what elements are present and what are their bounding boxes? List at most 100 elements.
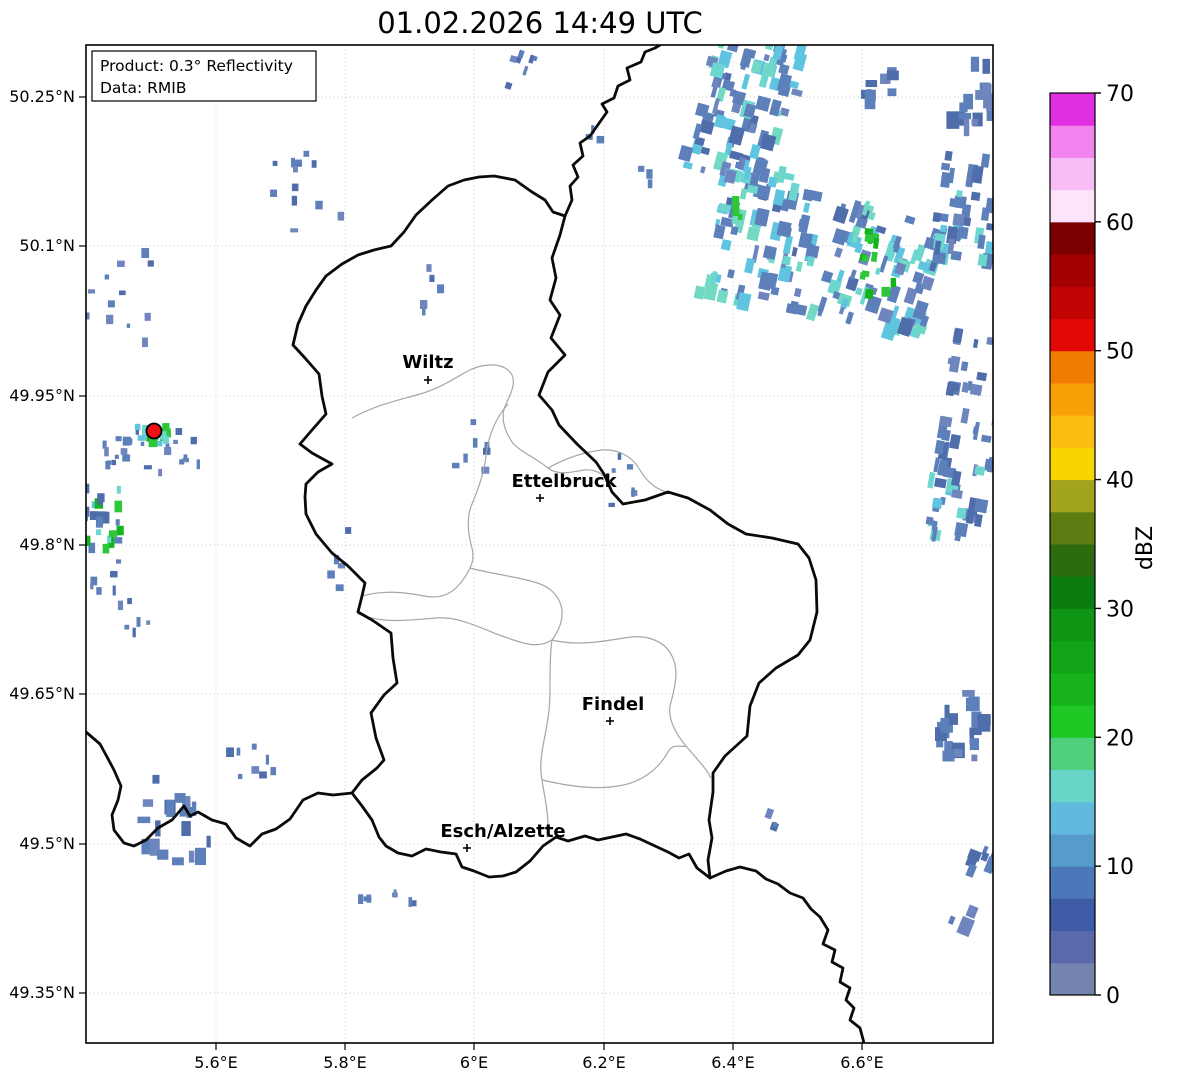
echo-cell [740,188,748,199]
colorbar-segment [1050,254,1095,287]
echo-cell [631,487,635,496]
echo-cell [978,254,988,267]
colorbar-tick-label: 0 [1106,984,1120,1009]
echo-cell [422,309,425,316]
echo-cell [137,817,150,823]
graticule-gridlines [86,45,993,1043]
echo-cell [763,245,777,259]
echo-cell [970,738,979,750]
colorbar-segment [1050,415,1095,448]
radar-site-dot [147,424,162,439]
echo-cell [871,252,878,263]
echo-cell [158,469,162,476]
echo-cell [104,447,109,456]
echo-cell [727,269,735,278]
echo-cluster [693,154,834,323]
colorbar-tick-label: 50 [1106,340,1134,365]
lon-tick-label: 6.6°E [840,1053,884,1072]
echo-cell [96,517,103,528]
echo-cell [986,93,996,111]
colorbar-segment [1050,705,1095,738]
echo-cell [952,213,964,226]
belgium-germany-border [565,45,660,216]
echo-cell [358,894,363,904]
echo-cell [172,857,184,865]
echo-cell [964,119,969,137]
echo-cell [109,530,117,537]
echo-cluster [761,808,783,832]
colorbar-segment [1050,125,1095,158]
colorbar-segment [1050,576,1095,609]
echo-cell [954,749,963,757]
canton-boundaries [352,365,711,838]
colorbar-segment [1050,963,1095,996]
echo-cell [133,628,136,638]
echo-cell [887,71,899,81]
echo-cell [875,267,881,275]
echo-cell [904,215,915,225]
echo-cell [114,537,122,543]
echo-cell [295,160,302,165]
city-label: Esch/Alzette [440,821,565,842]
belgium-france-border [86,732,352,846]
echo-cell [806,303,819,321]
colorbar: 010203040506070 [1050,82,1134,1009]
echo-cell [189,851,194,863]
echo-cell [237,748,241,756]
echo-cell [437,284,444,293]
country-borders [86,45,864,1043]
colorbar-tick-label: 60 [1106,211,1134,236]
colorbar-segment [1050,351,1095,384]
lon-tick-label: 5.6°E [194,1053,238,1072]
colorbar-tick-label: 10 [1106,855,1134,880]
echo-cell [862,255,869,262]
echo-cell [463,454,467,463]
echo-cell [839,307,845,315]
echo-cell [948,916,956,925]
echo-cell [175,793,186,803]
radar-site [147,424,162,439]
colorbar-tick-label: 40 [1106,469,1134,494]
canton-boundary [541,640,552,838]
lat-tick-label: 49.8°N [19,535,75,554]
echo-cell [891,278,896,287]
echo-cluster [86,248,154,347]
echo-cell [116,436,122,441]
city-marker [424,376,432,384]
echo-cell [119,290,126,295]
echo-cell [763,54,769,61]
echo-cluster [77,484,123,554]
city-marker [606,717,614,725]
echo-cell [197,459,200,469]
echo-cell [107,460,111,464]
echo-cell [473,438,478,448]
echo-cell [290,228,298,232]
echo-cell [173,440,178,444]
echo-cell [148,260,154,266]
echo-cell [978,714,991,732]
echo-cell [994,177,1000,189]
echo-cell [143,799,153,807]
echo-cell [157,850,168,860]
echo-cell [90,582,93,589]
echo-cell [470,419,476,425]
echo-cluster [935,690,991,761]
echo-cell [954,522,968,537]
echo-cell [963,94,973,110]
echo-cell [121,448,128,455]
echo-cell [984,459,998,472]
echo-cell [865,289,874,300]
echo-cell [145,313,151,321]
echo-cell [956,916,975,937]
echo-cell [113,586,116,596]
echo-cell [195,848,206,865]
echo-cell [981,153,990,167]
echo-cell [956,190,963,198]
colorbar-tick-label: 20 [1106,726,1134,751]
echo-cell [865,90,876,101]
echo-cell [627,464,633,469]
echo-cell [618,453,622,460]
echo-cell [429,275,434,282]
echo-cell [452,463,460,468]
colorbar-segment [1050,737,1095,770]
